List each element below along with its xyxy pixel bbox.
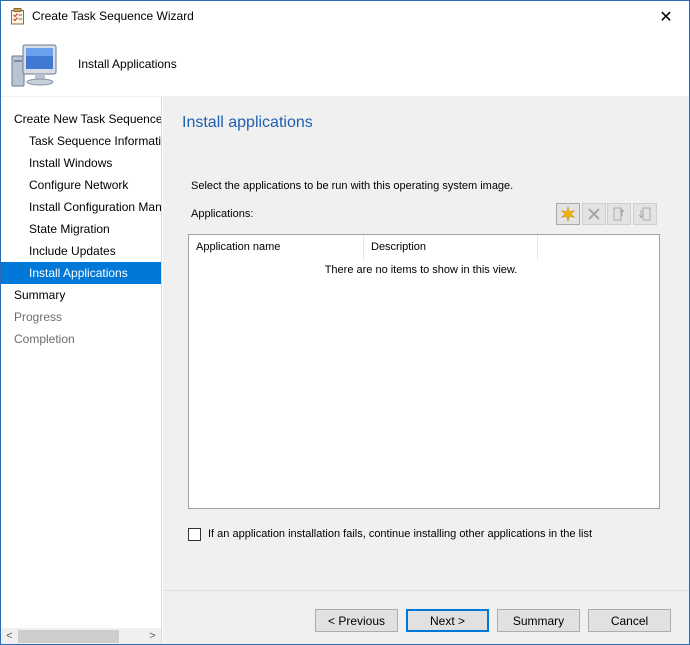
nav-item-create-new-task-sequence[interactable]: Create New Task Sequence <box>1 108 161 130</box>
applications-list[interactable]: Application name Description There are n… <box>188 234 660 509</box>
instructions-text: Select the applications to be run with t… <box>191 180 514 192</box>
move-up-button[interactable] <box>607 203 631 225</box>
wizard-footer: < Previous Next > Summary Cancel <box>163 590 689 644</box>
nav-item-install-applications[interactable]: Install Applications <box>1 262 161 284</box>
continue-on-failure-option[interactable]: If an application installation fails, co… <box>188 527 592 541</box>
nav-item-include-updates[interactable]: Include Updates <box>1 240 161 262</box>
nav-horizontal-scrollbar[interactable]: < > <box>1 628 161 644</box>
move-up-icon <box>613 207 625 221</box>
new-icon <box>561 206 575 222</box>
summary-button[interactable]: Summary <box>497 609 580 632</box>
nav-item-install-configuration-manager[interactable]: Install Configuration Manager <box>1 196 161 218</box>
wizard-window: Create Task Sequence Wizard ✕ Install Ap… <box>0 0 690 645</box>
nav-item-install-windows[interactable]: Install Windows <box>1 152 161 174</box>
wizard-page-content: Install applications Select the applicat… <box>163 97 689 590</box>
close-button[interactable]: ✕ <box>643 1 689 32</box>
move-down-button[interactable] <box>633 203 657 225</box>
empty-list-message: There are no items to show in this view. <box>324 264 518 276</box>
delete-application-button[interactable] <box>582 203 606 225</box>
scroll-left-icon[interactable]: < <box>1 628 18 644</box>
header-banner: Install Applications <box>1 32 689 97</box>
scroll-right-icon[interactable]: > <box>144 628 161 644</box>
nav-item-state-migration[interactable]: State Migration <box>1 218 161 240</box>
column-header-description[interactable]: Description <box>364 235 538 260</box>
column-header-application-name[interactable]: Application name <box>189 235 364 260</box>
nav-item-completion: Completion <box>14 332 75 346</box>
task-sequence-icon <box>11 8 24 25</box>
title-bar: Create Task Sequence Wizard ✕ <box>1 1 689 32</box>
previous-button[interactable]: < Previous <box>315 609 398 632</box>
window-title: Create Task Sequence Wizard <box>32 9 194 23</box>
page-title: Install applications <box>182 114 313 131</box>
nav-item-configure-network[interactable]: Configure Network <box>1 174 161 196</box>
scrollbar-thumb[interactable] <box>18 630 119 643</box>
header-title: Install Applications <box>78 57 177 71</box>
computer-icon <box>11 44 57 87</box>
cancel-button[interactable]: Cancel <box>588 609 671 632</box>
continue-on-failure-label[interactable]: If an application installation fails, co… <box>208 528 592 540</box>
move-down-icon <box>638 207 651 221</box>
nav-item-summary[interactable]: Summary <box>1 284 161 306</box>
next-button[interactable]: Next > <box>406 609 489 632</box>
wizard-step-nav: Create New Task Sequence Task Sequence I… <box>1 97 162 644</box>
nav-item-task-sequence-information[interactable]: Task Sequence Information <box>1 130 161 152</box>
applications-label: Applications: <box>191 208 254 220</box>
close-icon: ✕ <box>659 8 673 26</box>
continue-on-failure-checkbox[interactable] <box>188 527 201 541</box>
delete-icon <box>588 208 600 220</box>
nav-item-progress: Progress <box>14 310 63 324</box>
new-application-button[interactable] <box>556 203 580 225</box>
